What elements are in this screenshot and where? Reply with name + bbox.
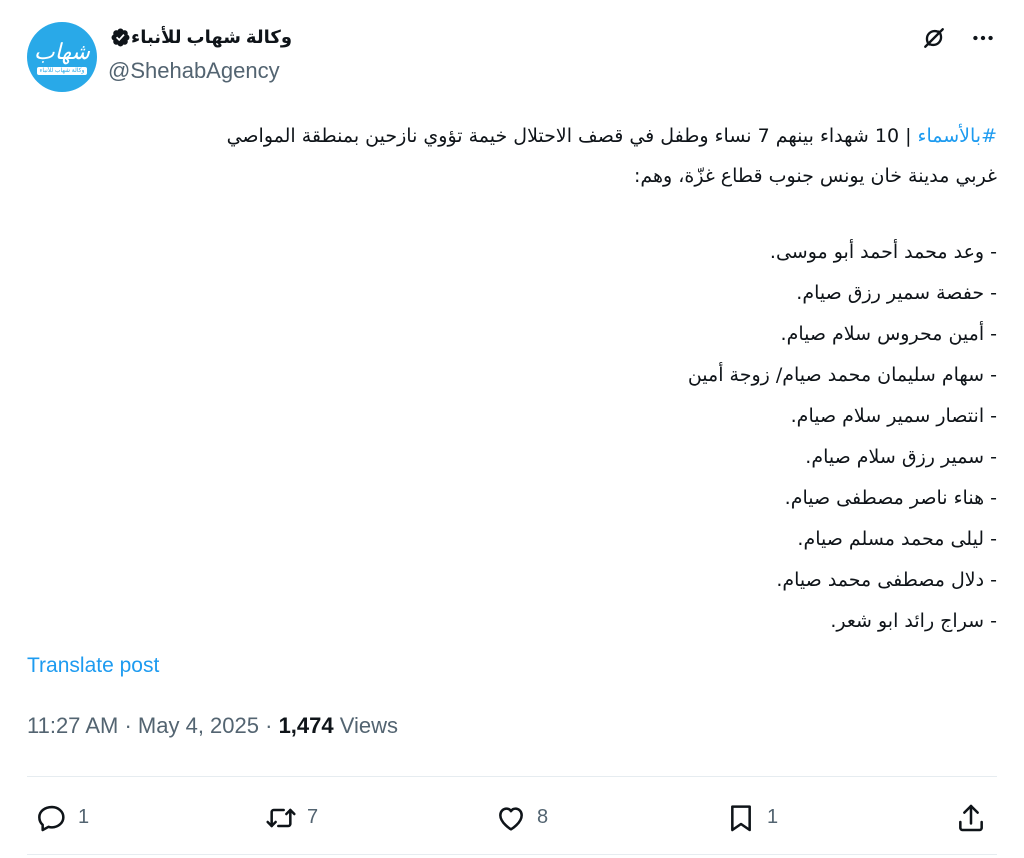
avatar-logo-subtext: وكالة شهاب للأنباء: [36, 66, 88, 75]
hashtag-link[interactable]: #بالأسماء: [918, 125, 997, 147]
like-button[interactable]: 8: [495, 790, 548, 845]
post-meta: 11:27 AM · May 4, 2025 · 1,474 Views: [27, 713, 398, 739]
like-count: 8: [537, 806, 549, 828]
post-date[interactable]: May 4, 2025: [138, 713, 259, 738]
name-list-item: - أمين محروس سلام صيام.: [780, 323, 997, 345]
author-display-name[interactable]: وكالة شهاب للأنباء: [131, 27, 292, 48]
meta-separator: ·: [265, 713, 273, 738]
repost-button[interactable]: 7: [265, 790, 318, 845]
meta-separator: ·: [124, 713, 132, 738]
verified-badge-icon: [111, 28, 130, 46]
author-name-row[interactable]: وكالة شهاب للأنباء: [108, 24, 292, 50]
divider: [27, 776, 997, 777]
name-list-item: - سراج رائد ابو شعر.: [830, 610, 997, 632]
more-icon[interactable]: [970, 25, 996, 51]
name-list-item: - وعد محمد أحمد أبو موسى.: [769, 241, 997, 263]
avatar[interactable]: شهاب وكالة شهاب للأنباء: [27, 22, 97, 92]
name-list-item: - ليلى محمد مسلم صيام.: [797, 528, 997, 550]
name-list-item: - سهام سليمان محمد صيام/ زوجة أمين: [687, 364, 997, 386]
post-intro-line-2: غربي مدينة خان يونس جنوب قطاع غزّة، وهم:: [633, 165, 997, 187]
name-list-item: - انتصار سمير سلام صيام.: [790, 405, 997, 427]
post-intro-text: | 10 شهداء بينهم 7 نساء وطفل في قصف الاح…: [226, 125, 918, 147]
reply-button[interactable]: 1: [36, 790, 89, 845]
views-count: 1,474: [278, 713, 334, 738]
bookmark-button[interactable]: 1: [725, 790, 778, 845]
post-text: #بالأسماء | 10 شهداء بينهم 7 نساء وطفل ف…: [27, 116, 997, 642]
divider: [27, 854, 997, 855]
name-list-item: - حفصة سمير رزق صيام.: [796, 282, 997, 304]
post-intro-line-1: #بالأسماء | 10 شهداء بينهم 7 نساء وطفل ف…: [27, 116, 997, 156]
repost-icon: [266, 808, 296, 827]
author-handle[interactable]: @ShehabAgency: [108, 58, 280, 84]
bookmark-icon: [731, 804, 751, 831]
share-icon: [959, 804, 983, 831]
avatar-logo-text: شهاب: [34, 39, 90, 65]
name-list-item: - دلال مصطفى محمد صيام.: [776, 569, 997, 591]
post-time[interactable]: 11:27 AM: [27, 713, 118, 738]
name-list-item: - هناء ناصر مصطفى صيام.: [784, 487, 997, 509]
action-bar: 1 7 8 1: [0, 790, 1024, 845]
views-label: Views: [339, 713, 399, 738]
reply-count: 1: [78, 806, 90, 828]
share-button[interactable]: [955, 790, 987, 845]
bookmark-count: 1: [767, 806, 779, 828]
reply-icon: [38, 805, 65, 831]
translate-post-link[interactable]: Translate post: [27, 654, 159, 678]
heart-icon: [499, 806, 523, 831]
repost-count: 7: [307, 806, 319, 828]
grok-icon[interactable]: [920, 24, 948, 52]
name-list-item: - سمير رزق سلام صيام.: [805, 446, 997, 468]
